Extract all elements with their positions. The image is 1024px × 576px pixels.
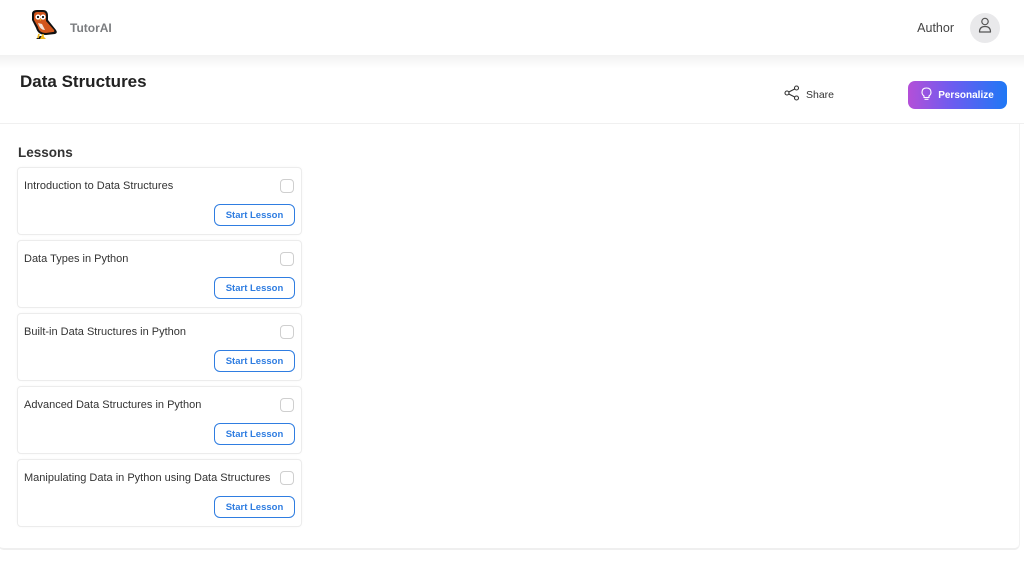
avatar-button[interactable] (970, 12, 1000, 43)
owl-logo-icon (26, 8, 62, 47)
brand[interactable]: TutorAI (26, 8, 112, 47)
user-icon (978, 17, 992, 38)
lesson-card: Manipulating Data in Python using Data S… (17, 459, 302, 527)
lesson-card: Data Types in Python Start Lesson (17, 240, 302, 308)
lightbulb-icon (921, 86, 932, 104)
lesson-complete-checkbox[interactable] (280, 398, 294, 412)
lesson-complete-checkbox[interactable] (280, 325, 294, 339)
lesson-title: Introduction to Data Structures (24, 180, 174, 192)
lesson-complete-checkbox[interactable] (280, 471, 294, 485)
lesson-complete-checkbox[interactable] (280, 179, 294, 193)
lesson-list: Introduction to Data Structures Start Le… (17, 167, 302, 532)
personalize-button[interactable]: Personalize (908, 81, 1007, 109)
start-lesson-button[interactable]: Start Lesson (214, 423, 295, 445)
start-lesson-button[interactable]: Start Lesson (214, 350, 295, 372)
share-icon (784, 85, 800, 104)
lesson-card: Advanced Data Structures in Python Start… (17, 386, 302, 454)
share-label: Share (806, 88, 835, 101)
share-button[interactable]: Share (784, 85, 834, 104)
lesson-complete-checkbox[interactable] (280, 252, 294, 266)
start-lesson-button[interactable]: Start Lesson (214, 204, 295, 226)
brand-name: TutorAI (70, 20, 112, 35)
lesson-card: Built-in Data Structures in Python Start… (17, 313, 302, 381)
user-role-label: Author (917, 20, 954, 35)
top-navigation-bar: TutorAI Author (0, 0, 1024, 55)
lesson-card: Introduction to Data Structures Start Le… (17, 167, 302, 235)
lessons-heading: Lessons (18, 145, 73, 160)
lesson-title: Data Types in Python (24, 253, 129, 265)
lesson-title: Manipulating Data in Python using Data S… (24, 472, 271, 484)
start-lesson-button[interactable]: Start Lesson (214, 496, 295, 518)
start-lesson-button[interactable]: Start Lesson (214, 277, 295, 299)
page-title: Data Structures (20, 72, 147, 91)
lesson-title: Built-in Data Structures in Python (24, 326, 187, 338)
user-menu: Author (917, 12, 1000, 43)
personalize-label: Personalize (938, 89, 994, 101)
topbar-shadow (0, 55, 1024, 69)
lesson-title: Advanced Data Structures in Python (24, 399, 202, 411)
